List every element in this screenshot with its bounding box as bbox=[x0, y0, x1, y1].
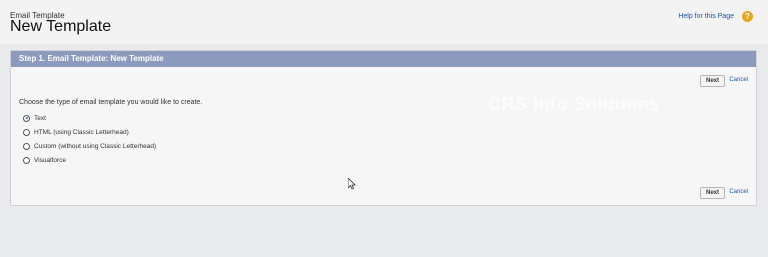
option-visualforce[interactable]: Visualforce bbox=[23, 153, 156, 167]
help-icon[interactable]: ? bbox=[742, 11, 753, 22]
help-link[interactable]: Help for this Page bbox=[678, 13, 734, 20]
cancel-link-bottom[interactable]: Cancel bbox=[729, 189, 748, 195]
radio-custom[interactable] bbox=[23, 142, 30, 150]
option-label: Custom (without using Classic Letterhead… bbox=[34, 142, 157, 150]
next-button-bottom[interactable]: Next bbox=[699, 187, 725, 199]
option-custom[interactable]: Custom (without using Classic Letterhead… bbox=[23, 139, 156, 153]
email-template-panel: Step 1. Email Template: New Template Nex… bbox=[10, 50, 757, 206]
instruction-text: Choose the type of email template you wo… bbox=[19, 99, 203, 106]
option-html[interactable]: HTML (using Classic Letterhead) bbox=[23, 125, 156, 139]
template-type-options: Text HTML (using Classic Letterhead) Cus… bbox=[23, 111, 156, 167]
radio-html[interactable] bbox=[23, 128, 30, 136]
option-label: Visualforce bbox=[34, 156, 67, 164]
option-label: Text bbox=[34, 114, 46, 122]
option-label: HTML (using Classic Letterhead) bbox=[34, 128, 129, 136]
option-text[interactable]: Text bbox=[23, 111, 156, 125]
radio-visualforce[interactable] bbox=[23, 156, 30, 164]
cancel-link-top[interactable]: Cancel bbox=[729, 77, 748, 83]
panel-body: Next Cancel Choose the type of email tem… bbox=[11, 67, 756, 205]
radio-text[interactable] bbox=[23, 114, 30, 122]
page-title: New Template bbox=[10, 18, 112, 35]
mouse-cursor-icon bbox=[348, 178, 356, 190]
watermark: CRS Info Solutions bbox=[488, 94, 660, 114]
page-header: Email Template New Template Help for thi… bbox=[0, 0, 768, 44]
panel-title: Step 1. Email Template: New Template bbox=[11, 51, 756, 67]
next-button-top[interactable]: Next bbox=[699, 75, 725, 87]
